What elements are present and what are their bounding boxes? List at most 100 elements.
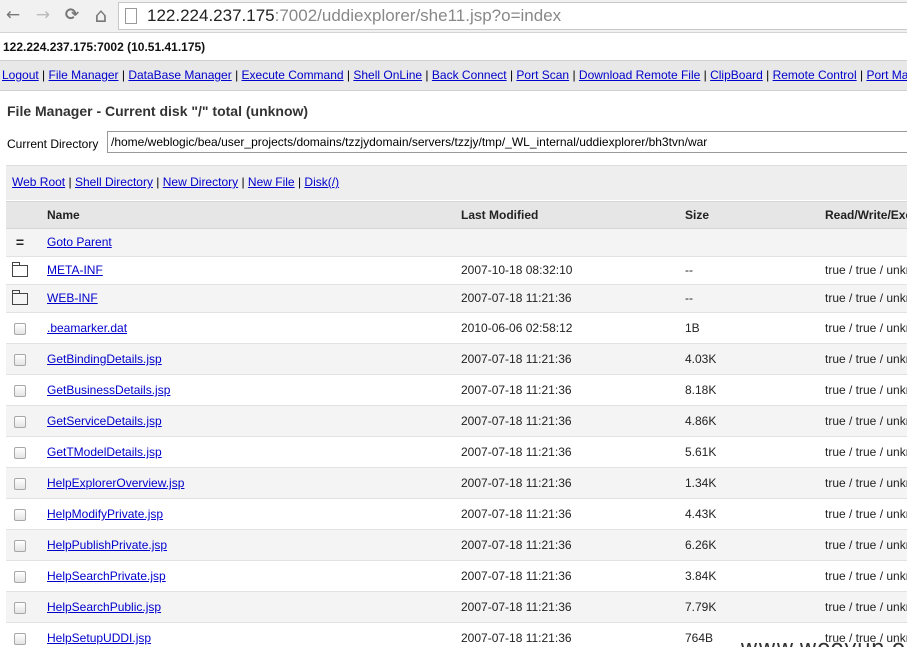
file-name-link[interactable]: GetServiceDetails.jsp [47, 406, 162, 436]
file-size: -- [685, 291, 693, 305]
file-name-link[interactable]: HelpModifyPrivate.jsp [47, 499, 163, 529]
goto-parent-link[interactable]: Goto Parent [47, 229, 112, 256]
permissions: true / true / unknow [825, 321, 907, 335]
file-name-link[interactable]: HelpSetupUDDI.jsp [47, 623, 151, 647]
menu-file-manager[interactable]: File Manager [49, 68, 119, 82]
file-size: 6.26K [685, 538, 717, 552]
current-directory-input[interactable] [107, 131, 907, 153]
reload-icon[interactable]: ⟳ [61, 4, 83, 26]
file-checkbox[interactable] [12, 623, 28, 647]
last-modified: 2007-07-18 11:21:36 [461, 414, 572, 428]
menu-remote-control[interactable]: Remote Control [773, 68, 857, 82]
file-checkbox[interactable] [12, 468, 28, 498]
menu-separator: | [762, 68, 773, 82]
permissions: true / true / unknow [825, 352, 907, 366]
permissions: true / true / unknow [825, 476, 907, 490]
file-size: 5.61K [685, 445, 717, 459]
file-name-link[interactable]: HelpPublishPrivate.jsp [47, 530, 167, 560]
last-modified: 2007-07-18 11:21:36 [461, 600, 572, 614]
menu-download-remote-file[interactable]: Download Remote File [579, 68, 700, 82]
file-name-link[interactable]: .beamarker.dat [47, 313, 127, 343]
table-row: GetBusinessDetails.jsp 2007-07-18 11:21:3… [6, 375, 907, 406]
main-menu: Logout | File Manager | DataBase Manager… [0, 60, 907, 91]
menu-logout[interactable]: Logout [2, 68, 39, 82]
equals-icon: = [15, 234, 25, 250]
permissions: true / true / unknow [825, 600, 907, 614]
header-name: Name [47, 208, 80, 222]
shortcut-new-file[interactable]: New File [248, 175, 295, 189]
file-name-link[interactable]: WEB-INF [47, 285, 98, 312]
permissions: true / true / unknow [825, 291, 907, 305]
last-modified: 2007-07-18 11:21:36 [461, 476, 572, 490]
page-content: 122.224.237.175:7002 (10.51.41.175) Logo… [0, 33, 907, 647]
file-name-link[interactable]: HelpExplorerOverview.jsp [47, 468, 184, 498]
url-host: 122.224.237.175 [147, 6, 275, 25]
file-size: 8.18K [685, 383, 717, 397]
file-checkbox[interactable] [12, 313, 28, 343]
file-name-link[interactable]: GetBindingDetails.jsp [47, 344, 162, 374]
table-header: Name Last Modified Size Read/Write/Execu… [6, 201, 907, 229]
shortcut-separator: | [294, 175, 305, 189]
folder-icon [12, 285, 28, 312]
shortcut-disk[interactable]: Disk(/) [304, 175, 339, 189]
permissions: true / true / unknow [825, 538, 907, 552]
menu-separator: | [38, 68, 49, 82]
home-icon[interactable]: ⌂ [90, 4, 112, 26]
menu-execute-command[interactable]: Execute Command [242, 68, 344, 82]
file-size: -- [685, 263, 693, 277]
address-bar[interactable]: 122.224.237.175:7002/uddiexplorer/she11.… [118, 2, 907, 30]
shortcut-new-directory[interactable]: New Directory [163, 175, 238, 189]
file-name-link[interactable]: HelpSearchPrivate.jsp [47, 561, 166, 591]
menu-separator: | [506, 68, 517, 82]
file-name-link[interactable]: META-INF [47, 257, 103, 284]
file-name-link[interactable]: GetBusinessDetails.jsp [47, 375, 170, 405]
permissions: true / true / unknow [825, 445, 907, 459]
file-checkbox[interactable] [12, 561, 28, 591]
shortcut-separator: | [65, 175, 75, 189]
table-row: .beamarker.dat 2010-06-06 02:58:12 1B true … [6, 313, 907, 344]
shortcut-shell-directory[interactable]: Shell Directory [75, 175, 153, 189]
file-size: 4.03K [685, 352, 717, 366]
file-size: 4.86K [685, 414, 717, 428]
permissions: true / true / unknow [825, 414, 907, 428]
file-name-link[interactable]: GetTModelDetails.jsp [47, 437, 162, 467]
file-rows: META-INF 2007-10-18 08:32:10 -- true / true… [6, 257, 907, 647]
menu-port-map[interactable]: Port Map [866, 68, 907, 82]
menu-port-scan[interactable]: Port Scan [516, 68, 569, 82]
last-modified: 2010-06-06 02:58:12 [461, 321, 573, 335]
table-row: HelpModifyPrivate.jsp 2007-07-18 11:21:36… [6, 499, 907, 530]
menu-links: Logout | File Manager | DataBase Manager… [2, 68, 907, 82]
table-row: META-INF 2007-10-18 08:32:10 -- true / true… [6, 257, 907, 285]
goto-parent-row: = Goto Parent [6, 229, 907, 257]
table-row: HelpExplorerOverview.jsp 2007-07-18 11:21… [6, 468, 907, 499]
last-modified: 2007-10-18 08:32:10 [461, 263, 573, 277]
forward-arrow-icon[interactable]: → [32, 4, 54, 26]
permissions: true / true / unknow [825, 569, 907, 583]
file-checkbox[interactable] [12, 437, 28, 467]
menu-back-connect[interactable]: Back Connect [432, 68, 507, 82]
file-name-link[interactable]: HelpSearchPublic.jsp [47, 592, 161, 622]
shortcut-web-root[interactable]: Web Root [12, 175, 65, 189]
permissions: true / true / unknow [825, 507, 907, 521]
file-checkbox[interactable] [12, 344, 28, 374]
menu-clipboard[interactable]: ClipBoard [710, 68, 763, 82]
menu-shell-online[interactable]: Shell OnLine [353, 68, 422, 82]
menu-database-manager[interactable]: DataBase Manager [128, 68, 231, 82]
last-modified: 2007-07-18 11:21:36 [461, 631, 572, 645]
last-modified: 2007-07-18 11:21:36 [461, 569, 572, 583]
last-modified: 2007-07-18 11:21:36 [461, 507, 572, 521]
back-arrow-icon[interactable]: ← [2, 4, 24, 26]
file-checkbox[interactable] [12, 592, 28, 622]
table-row: HelpSearchPrivate.jsp 2007-07-18 11:21:36… [6, 561, 907, 592]
file-checkbox[interactable] [12, 406, 28, 436]
file-checkbox[interactable] [12, 530, 28, 560]
menu-separator: | [700, 68, 711, 82]
menu-separator: | [856, 68, 867, 82]
file-checkbox[interactable] [12, 375, 28, 405]
permissions: true / true / unknow [825, 383, 907, 397]
permissions: true / true / unknow [825, 263, 907, 277]
last-modified: 2007-07-18 11:21:36 [461, 291, 572, 305]
table-row: GetTModelDetails.jsp 2007-07-18 11:21:36 5… [6, 437, 907, 468]
file-checkbox[interactable] [12, 499, 28, 529]
menu-separator: | [231, 68, 242, 82]
